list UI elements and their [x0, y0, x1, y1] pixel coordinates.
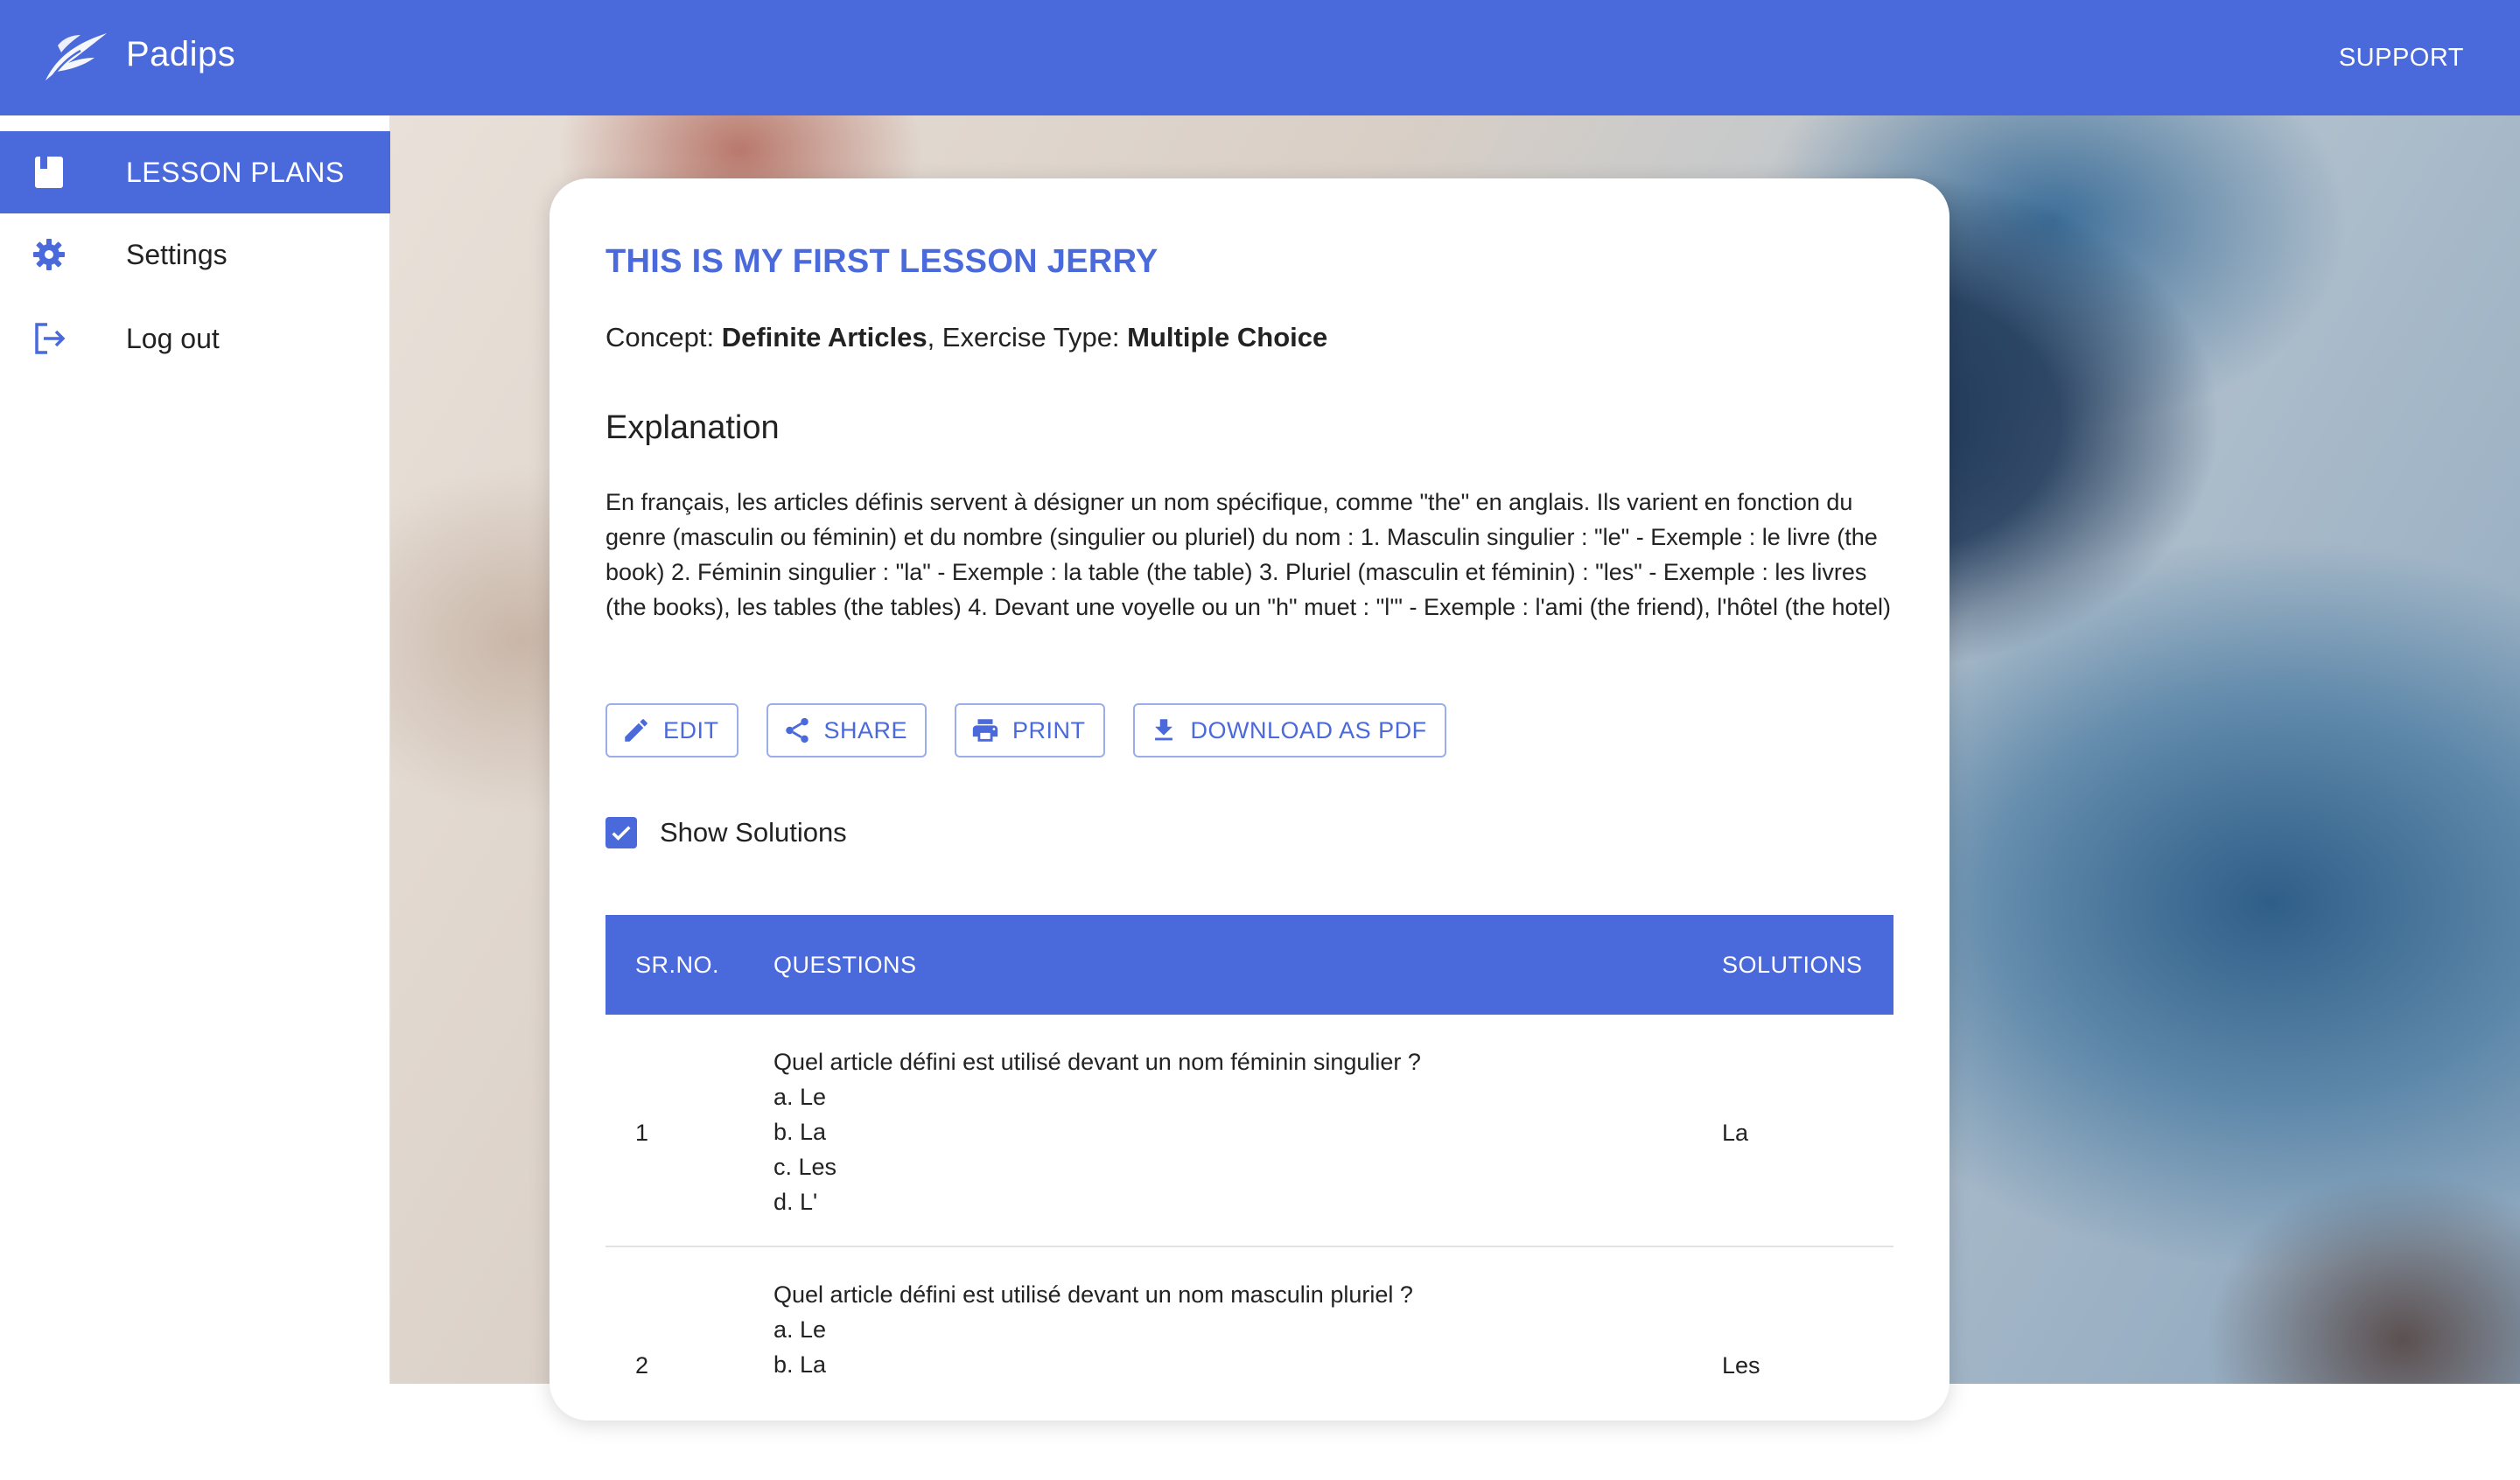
checkmark-icon: [612, 826, 631, 841]
column-header-solutions: SOLUTIONS: [1722, 952, 1863, 978]
explanation-heading: Explanation: [606, 409, 780, 446]
app-bar: Padips SUPPORT: [0, 0, 2520, 115]
concept-value: Definite Articles: [721, 322, 928, 353]
share-button[interactable]: SHARE: [766, 703, 928, 757]
download-label: DOWNLOAD AS PDF: [1190, 716, 1427, 743]
sidebar-item-label: Log out: [126, 322, 220, 354]
option-c: c. Les: [774, 1154, 837, 1180]
action-buttons: EDIT SHARE PRINT DOWNLOAD AS PDF: [606, 703, 1474, 757]
option-a: a. Le: [774, 1084, 827, 1110]
book-icon: [35, 157, 63, 188]
share-label: SHARE: [823, 716, 908, 743]
app-title: Padips: [126, 35, 236, 73]
gear-icon: [33, 239, 65, 270]
quill-logo-icon: [46, 33, 107, 80]
column-header-questions: QUESTIONS: [774, 952, 917, 978]
solution-cell: Les: [1722, 1352, 1760, 1379]
lesson-title: THIS IS MY FIRST LESSON JERRY: [606, 243, 1158, 280]
printer-icon: [972, 719, 998, 742]
sidebar-item-label: Settings: [126, 238, 228, 270]
download-pdf-button[interactable]: DOWNLOAD AS PDF: [1132, 703, 1446, 757]
show-solutions-row: Show Solutions: [606, 817, 847, 848]
sidebar-item-logout[interactable]: Log out: [0, 297, 390, 380]
question-cell: Quel article défini est utilisé devant u…: [774, 1044, 1421, 1219]
sidebar-item-settings[interactable]: Settings: [0, 213, 390, 296]
print-button[interactable]: PRINT: [955, 703, 1105, 757]
row-number: 1: [635, 1120, 649, 1146]
show-solutions-label: Show Solutions: [660, 817, 847, 848]
explanation-text: En français, les articles définis serven…: [606, 489, 1892, 620]
show-solutions-checkbox[interactable]: [606, 817, 637, 848]
lesson-meta: Concept: Definite Articles, Exercise Typ…: [606, 322, 1327, 353]
support-link[interactable]: SUPPORT: [2339, 44, 2464, 73]
table-row: 1 Quel article défini est utilisé devant…: [606, 1015, 1894, 1247]
solution-cell: La: [1722, 1120, 1749, 1146]
question-text: Quel article défini est utilisé devant u…: [774, 1049, 1421, 1075]
exercise-type-label: , Exercise Type:: [927, 322, 1128, 353]
pencil-icon: [625, 719, 648, 742]
sidebar-item-lesson-plans[interactable]: LESSON PLANS: [0, 131, 390, 213]
questions-table: SR.NO. QUESTIONS SOLUTIONS 1 Quel articl…: [606, 915, 1894, 1480]
logout-icon: [35, 323, 66, 354]
row-number: 2: [635, 1352, 649, 1379]
exercise-type-value: Multiple Choice: [1127, 322, 1328, 353]
table-row: 2 Quel article défini est utilisé devant…: [606, 1247, 1894, 1480]
option-d: d. L': [774, 1189, 818, 1215]
lesson-card: THIS IS MY FIRST LESSON JERRY Concept: D…: [550, 178, 1950, 1421]
print-label: PRINT: [1012, 716, 1086, 743]
download-icon: [1154, 719, 1172, 741]
column-header-number: SR.NO.: [635, 952, 720, 978]
table-header: SR.NO. QUESTIONS SOLUTIONS: [606, 915, 1894, 1015]
question-cell: Quel article défini est utilisé devant u…: [774, 1277, 1413, 1382]
sidebar-item-label: LESSON PLANS: [126, 156, 345, 188]
share-icon: [785, 717, 808, 743]
sidebar: LESSON PLANS Settings Log out: [0, 115, 390, 1384]
option-b: b. La: [774, 1351, 827, 1378]
question-text: Quel article défini est utilisé devant u…: [774, 1281, 1413, 1308]
option-a: a. Le: [774, 1316, 827, 1343]
concept-label: Concept:: [606, 322, 722, 353]
option-b: b. La: [774, 1119, 827, 1145]
edit-label: EDIT: [663, 716, 719, 743]
edit-button[interactable]: EDIT: [606, 703, 738, 757]
